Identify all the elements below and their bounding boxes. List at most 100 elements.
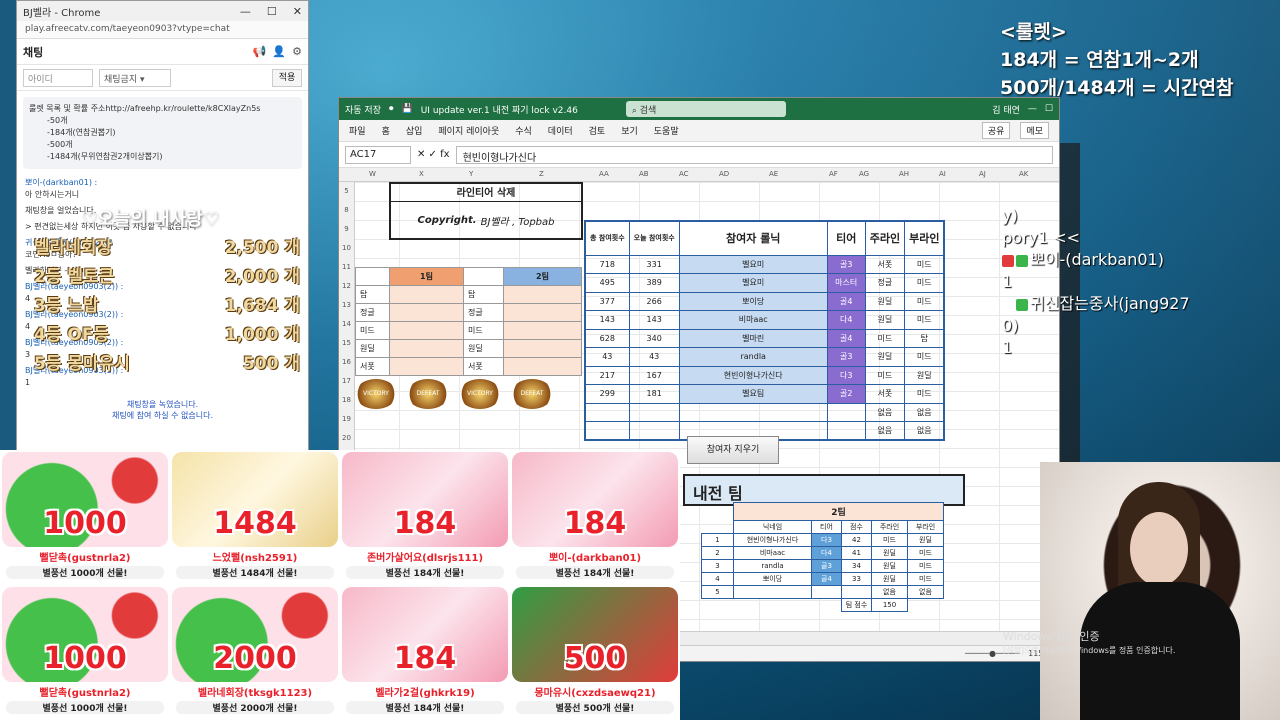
t2-tier[interactable]: 골4 <box>811 572 842 586</box>
participant-nick[interactable]: 벨요미 <box>678 273 828 293</box>
row-number[interactable]: 19 <box>339 410 354 429</box>
t2-sub[interactable]: 미드 <box>907 546 944 560</box>
t2-nick[interactable] <box>733 585 812 599</box>
formula-input[interactable]: 현빈이형나가신다 <box>455 145 1053 164</box>
save-icon[interactable]: 💾 <box>402 104 413 114</box>
team1-slot[interactable] <box>389 303 464 322</box>
menu-item[interactable]: 보기 <box>621 124 638 137</box>
t2-nick[interactable]: 뽀이당 <box>733 572 812 586</box>
participant-nick[interactable]: 뽀이당 <box>678 291 828 311</box>
notice-title[interactable]: 룰렛 목록 및 확률 주소http://afreehp.kr/roulette/… <box>29 103 296 115</box>
participant-main[interactable]: 서폿 <box>864 384 906 404</box>
row-number[interactable]: 16 <box>339 353 354 372</box>
participant-tier[interactable]: 다3 <box>826 365 866 385</box>
participant-total[interactable]: 299 <box>584 384 630 404</box>
row-number[interactable]: 5 <box>339 182 354 201</box>
column-letter[interactable]: AG <box>859 170 869 178</box>
participant-nick[interactable]: 벨요팀 <box>678 384 828 404</box>
participant-total[interactable]: 628 <box>584 328 630 348</box>
team1-slot[interactable] <box>389 285 464 304</box>
participant-total[interactable] <box>584 402 630 422</box>
user-name[interactable]: 김 태연 <box>992 103 1020 116</box>
clear-participants-button[interactable]: 참여자 지우기 <box>687 436 779 464</box>
column-letter[interactable]: AD <box>719 170 729 178</box>
participant-nick[interactable] <box>678 402 828 422</box>
memo-button[interactable]: 메모 <box>1020 122 1049 139</box>
row-number[interactable]: 13 <box>339 296 354 315</box>
row-number[interactable]: 17 <box>339 372 354 391</box>
t2-sub[interactable]: 원딜 <box>907 533 944 547</box>
participant-today[interactable]: 389 <box>628 273 680 293</box>
column-letter[interactable]: AJ <box>979 170 986 178</box>
participant-main[interactable]: 원딜 <box>864 291 906 311</box>
participant-tier[interactable]: 마스터 <box>826 273 866 293</box>
column-letter[interactable]: AF <box>829 170 838 178</box>
t2-nick[interactable]: 현빈이형나가신다 <box>733 533 812 547</box>
participant-total[interactable]: 718 <box>584 254 630 274</box>
t2-score[interactable]: 34 <box>841 559 872 573</box>
participant-today[interactable]: 266 <box>628 291 680 311</box>
line-delete-label[interactable]: 라인티어 삭제 <box>391 184 581 202</box>
row-number[interactable]: 15 <box>339 334 354 353</box>
t2-tier[interactable]: 다3 <box>811 533 842 547</box>
participant-total[interactable]: 495 <box>584 273 630 293</box>
participant-tier[interactable]: 골2 <box>826 384 866 404</box>
participant-nick[interactable]: 벨요미 <box>678 254 828 274</box>
participant-total[interactable]: 43 <box>584 347 630 367</box>
participant-sub[interactable]: 없음 <box>904 421 945 441</box>
t2-score[interactable] <box>841 585 872 599</box>
column-letter[interactable]: AC <box>679 170 689 178</box>
t2-tier[interactable]: 골3 <box>811 559 842 573</box>
participant-main[interactable]: 정글 <box>864 273 906 293</box>
participant-nick[interactable]: randla <box>678 347 828 367</box>
participant-nick[interactable]: 비마aac <box>678 310 828 330</box>
t2-score[interactable]: 41 <box>841 546 872 560</box>
participant-tier[interactable] <box>826 421 866 441</box>
apply-button[interactable]: 적용 <box>272 68 302 87</box>
menu-item[interactable]: 도움말 <box>654 124 679 137</box>
toggle-icon[interactable]: ⏺ <box>389 104 394 114</box>
menu-item[interactable]: 검토 <box>589 124 606 137</box>
row-number[interactable]: 18 <box>339 391 354 410</box>
t2-sub[interactable]: 미드 <box>907 572 944 586</box>
participant-total[interactable]: 217 <box>584 365 630 385</box>
chat-nick[interactable]: 뽀이-(darkban01) : <box>25 178 97 187</box>
megaphone-icon[interactable]: 📢 <box>253 45 267 58</box>
t2-score[interactable]: 33 <box>841 572 872 586</box>
participant-today[interactable]: 331 <box>628 254 680 274</box>
t2-main[interactable]: 원딜 <box>871 572 908 586</box>
share-button[interactable]: 공유 <box>981 122 1011 139</box>
t2-main[interactable]: 원딜 <box>871 559 908 573</box>
participant-main[interactable]: 원딜 <box>864 310 906 330</box>
participant-today[interactable]: 167 <box>628 365 680 385</box>
menu-item[interactable]: 데이터 <box>548 124 573 137</box>
participant-sub[interactable]: 미드 <box>904 310 945 330</box>
person-icon[interactable]: 👤 <box>272 45 286 58</box>
column-letter[interactable]: X <box>419 170 424 178</box>
menu-item[interactable]: 홈 <box>382 124 390 137</box>
column-letter[interactable]: AE <box>769 170 778 178</box>
t2-main[interactable]: 원딜 <box>871 546 908 560</box>
t2-main[interactable]: 없음 <box>871 585 908 599</box>
t2-tier[interactable]: 다4 <box>811 546 842 560</box>
menu-item[interactable]: 수식 <box>515 124 532 137</box>
participant-tier[interactable]: 골3 <box>826 254 866 274</box>
team1-slot[interactable] <box>389 357 464 376</box>
participant-sub[interactable]: 탑 <box>904 328 945 348</box>
search-input[interactable]: ⌕ 검색 <box>625 101 786 117</box>
participant-tier[interactable] <box>826 402 866 422</box>
minimize-icon[interactable]: — <box>240 5 251 18</box>
participant-total[interactable]: 377 <box>584 291 630 311</box>
t2-main[interactable]: 미드 <box>871 533 908 547</box>
participant-today[interactable]: 181 <box>628 384 680 404</box>
row-number[interactable]: 14 <box>339 315 354 334</box>
t2-nick[interactable]: randla <box>733 559 812 573</box>
participant-today[interactable]: 143 <box>628 310 680 330</box>
column-letter[interactable]: AI <box>939 170 946 178</box>
team2-slot[interactable] <box>503 303 582 322</box>
t2-sub[interactable]: 미드 <box>907 559 944 573</box>
participant-main[interactable]: 없음 <box>864 402 906 422</box>
participant-tier[interactable]: 골4 <box>826 291 866 311</box>
column-letter[interactable]: AH <box>899 170 909 178</box>
column-letter[interactable]: W <box>369 170 376 178</box>
